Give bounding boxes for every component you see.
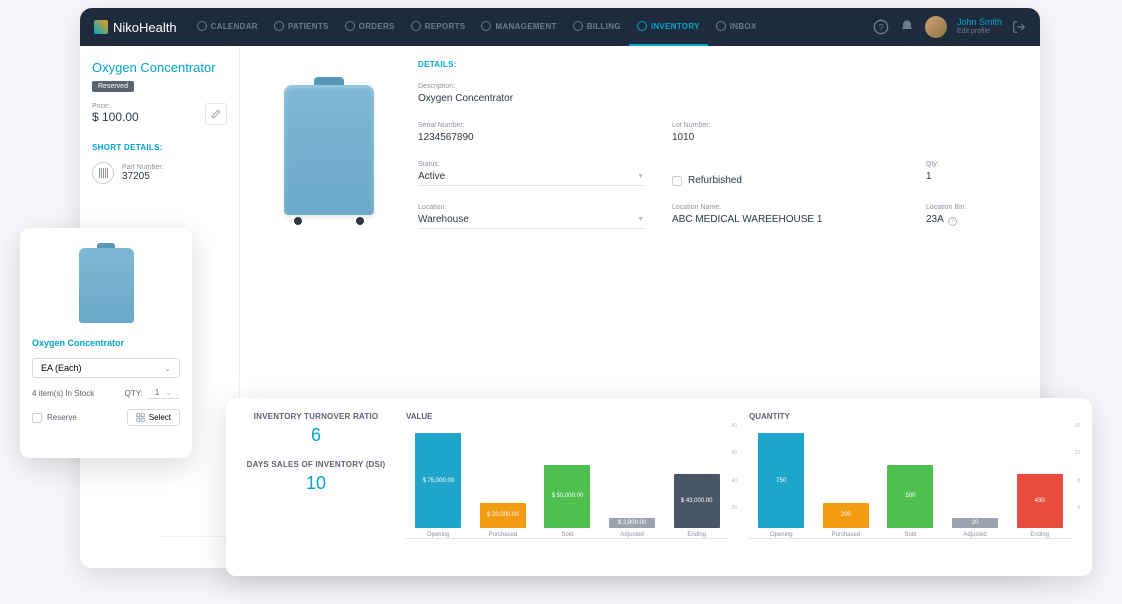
description-label: Description: [418,83,1016,90]
barcode-icon [92,162,114,184]
app-logo[interactable]: NikoHealth [94,20,177,35]
details-header: DETAILS: [418,60,1016,69]
price-label: Price: [92,103,139,110]
chart-bar: 200Purchased [817,503,875,538]
chevron-down-icon: ⌄ [164,364,171,373]
chart-bar: 20Adjusted [946,518,1004,538]
help-icon[interactable]: ? [873,19,889,35]
user-block[interactable]: John Smith Edit profile [957,18,1002,36]
chart-bar: 750Opening [752,433,810,538]
nav-inbox[interactable]: INBOX [708,8,765,46]
checkbox-icon [672,176,682,186]
select-button[interactable]: Select [127,409,180,426]
part-number: 37205 [122,171,164,182]
management-icon [481,21,491,31]
chart-bar: 430Ending [1011,474,1069,538]
location-select[interactable]: Warehouse▼ [418,214,644,229]
main-nav: CALENDAR PATIENTS ORDERS REPORTS MANAGEM… [189,8,861,46]
logo-icon [94,20,108,34]
product-mini-card: Oxygen Concentrator EA (Each) ⌄ 4 item(s… [20,228,192,458]
chevron-down-icon: ▼ [637,216,644,223]
patients-icon [274,21,284,31]
status-select[interactable]: Active▼ [418,171,644,186]
billing-icon [573,21,583,31]
dsi-value: 10 [246,473,386,494]
price-value: $ 100.00 [92,110,139,124]
avatar[interactable] [925,16,947,38]
chevron-down-icon: ▼ [637,173,644,180]
grid-icon [136,413,145,422]
app-name: NikoHealth [113,20,177,35]
lot-label: Lot Number: [672,122,898,129]
lot-value: 1010 [672,132,898,143]
chart-bar: $ 75,000.00Opening [409,433,467,538]
logout-icon[interactable] [1012,20,1026,34]
chart-bar: $ 50,000.00Sold [538,465,596,538]
qty-value: 1 [926,171,1016,182]
svg-text:?: ? [878,22,883,32]
chevron-down-icon: ⌄ [165,388,172,397]
chart-bar: $ 20,000.00Purchased [474,503,532,538]
pencil-icon [211,109,221,119]
serial-label: Serial Number: [418,122,644,129]
part-number-label: Part Number: [122,164,164,171]
chart-bar: $ 43,000.00Ending [668,474,726,538]
metrics-panel: INVENTORY TURNOVER RATIO 6 DAYS SALES OF… [226,398,1092,576]
inventory-icon [637,21,647,31]
inbox-icon [716,21,726,31]
nav-billing[interactable]: BILLING [565,8,629,46]
serial-value: 1234567890 [418,132,644,143]
checkbox-icon [32,413,42,423]
description-value: Oxygen Concentrator [418,93,1016,104]
nav-calendar[interactable]: CALENDAR [189,8,266,46]
chart-bar: $ 2,800.00Adjusted [603,518,661,538]
quantity-chart: 481216750Opening200Purchased500Sold20Adj… [749,429,1072,539]
bin-label: Location Bin: [926,204,1016,211]
info-icon[interactable]: ? [948,217,957,226]
user-name: John Smith [957,18,1002,28]
mini-product-image [32,240,180,330]
calendar-icon [197,21,207,31]
nav-orders[interactable]: ORDERS [337,8,403,46]
location-name-value: ABC MEDICAL WAREEHOUSE 1 [672,214,898,225]
value-chart: 20406080$ 75,000.00Opening$ 20,000.00Pur… [406,429,729,539]
reports-icon [411,21,421,31]
value-chart-header: VALUE [406,412,729,421]
mini-product-title: Oxygen Concentrator [32,338,180,348]
status-badge: Reserved [92,81,134,92]
value-chart-section: VALUE 20406080$ 75,000.00Opening$ 20,000… [406,412,729,562]
nav-reports[interactable]: REPORTS [403,8,474,46]
short-details-header: SHORT DETAILS: [92,143,227,152]
orders-icon [345,21,355,31]
topbar: NikoHealth CALENDAR PATIENTS ORDERS REPO… [80,8,1040,46]
location-label: Location: [418,204,644,211]
reserve-checkbox[interactable]: Reserve [32,413,77,423]
qty-label: Qty: [926,161,1016,168]
dsi-label: DAYS SALES OF INVENTORY (DSI) [246,460,386,469]
refurbished-checkbox[interactable]: Refurbished [672,175,742,186]
stock-text: 4 item(s) In Stock [32,389,94,398]
nav-inventory[interactable]: INVENTORY [629,8,708,46]
quantity-chart-header: QUANTITY [749,412,1072,421]
product-title: Oxygen Concentrator [92,60,227,75]
unit-select[interactable]: EA (Each) ⌄ [32,358,180,378]
chart-bar: 500Sold [881,465,939,538]
bell-icon[interactable] [899,19,915,35]
quantity-chart-section: QUANTITY 481216750Opening200Purchased500… [749,412,1072,562]
turnover-value: 6 [246,425,386,446]
product-image [264,60,394,240]
nav-management[interactable]: MANAGEMENT [473,8,564,46]
edit-button[interactable] [205,103,227,125]
topbar-right: ? John Smith Edit profile [873,16,1026,38]
nav-patients[interactable]: PATIENTS [266,8,337,46]
location-name-label: Location Name: [672,204,898,211]
bin-value: 23A? [926,214,1016,226]
status-label: Status: [418,161,644,168]
turnover-label: INVENTORY TURNOVER RATIO [246,412,386,421]
qty-stepper[interactable]: QTY: 1⌄ [125,388,180,399]
user-sub: Edit profile [957,28,1002,36]
